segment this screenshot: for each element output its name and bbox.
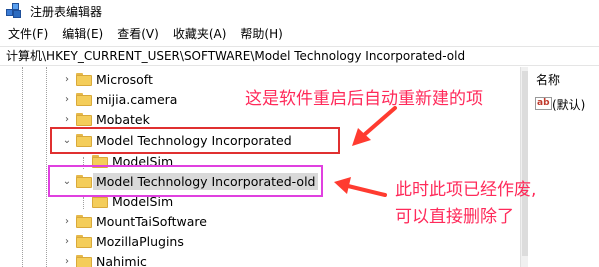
arrow-icon xyxy=(352,106,397,146)
annotation-note-1: 这是软件重启后自动重新建的项 xyxy=(245,89,483,109)
arrow-icon xyxy=(334,177,387,197)
annotation-note-2b: 可以直接删除了 xyxy=(395,207,514,227)
annotation-note-2a: 此时此项已经作废, xyxy=(395,180,537,200)
